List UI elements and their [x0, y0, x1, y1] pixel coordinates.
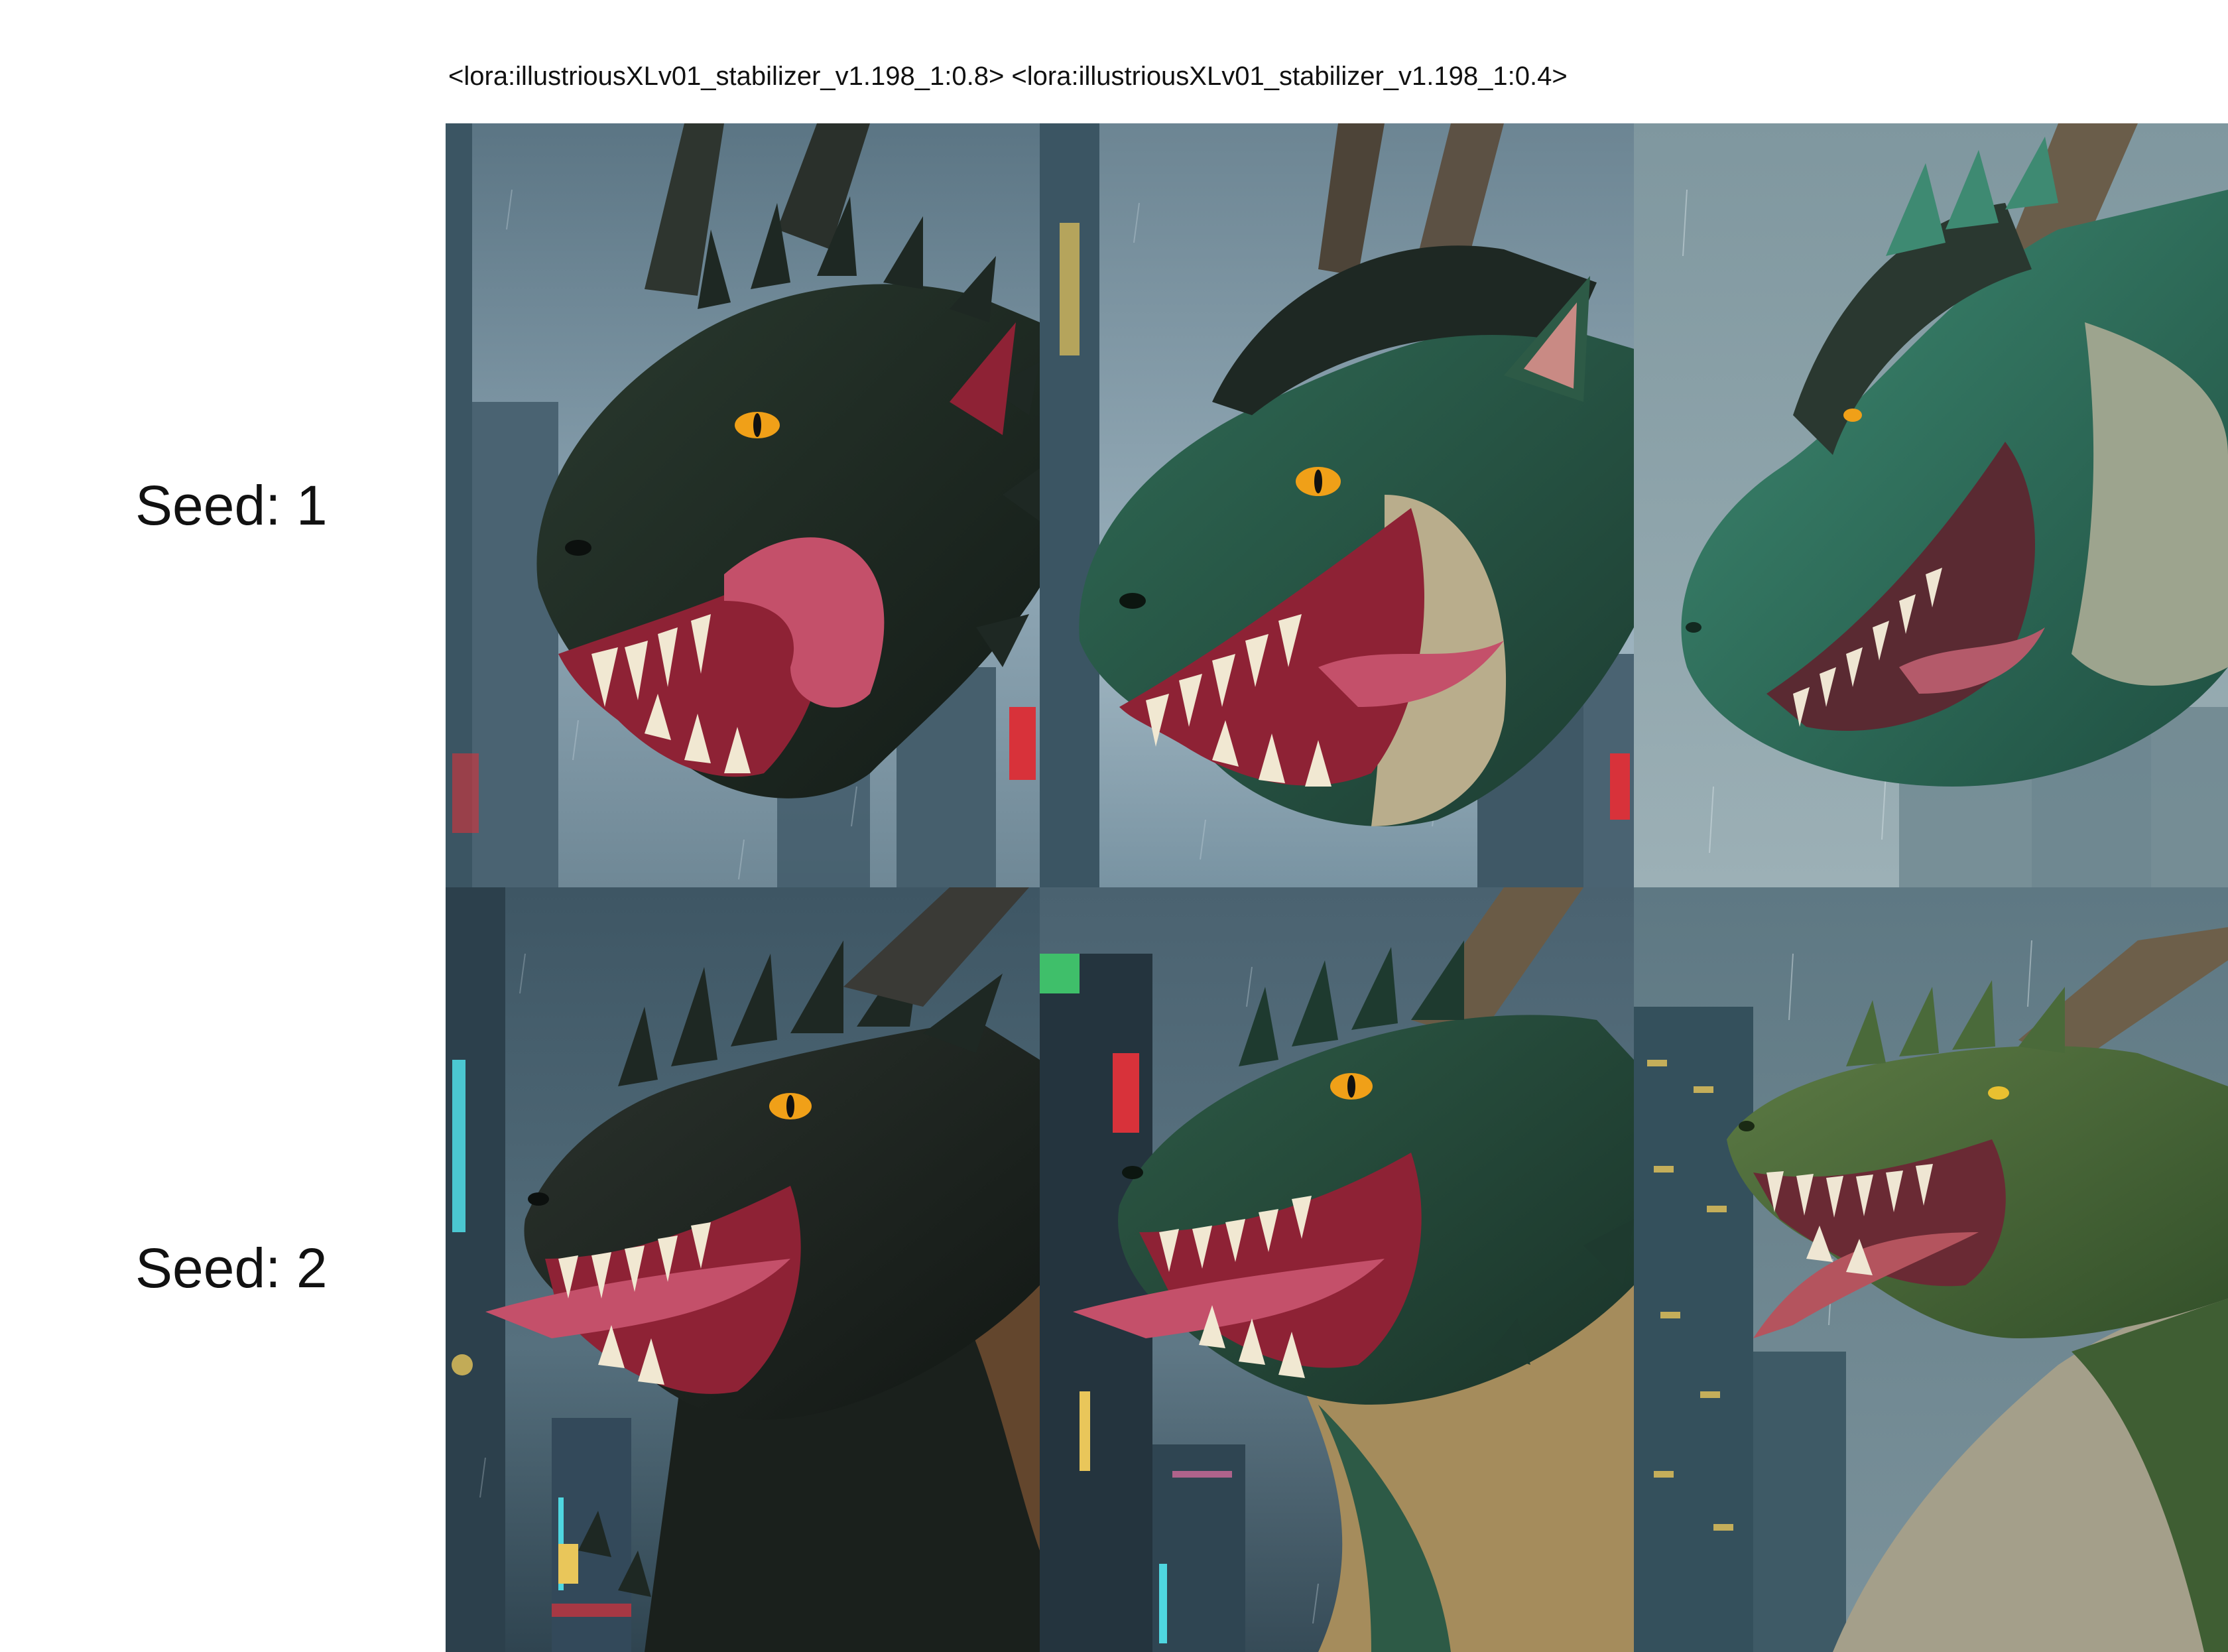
dragon-head-black-green-rain-city-image	[446, 123, 1040, 887]
column-header: <lora:illustriousXLv01_stabilizer_v1.198…	[448, 62, 1568, 91]
dragon-green-tan-neck-rain-city-image	[1040, 887, 1634, 1652]
dragon-black-long-neck-rain-city-image	[446, 887, 1040, 1652]
image-grid	[446, 123, 2228, 1652]
dragon-head-teal-soft-rain-city-image	[1634, 123, 2228, 887]
dragon-olive-painterly-rain-city-image	[1634, 887, 2228, 1652]
row-label-seed-2: Seed: 2	[135, 1237, 328, 1299]
dragon-head-green-tan-rain-city-image	[1040, 123, 1634, 887]
row-label-seed-1: Seed: 1	[135, 474, 328, 537]
